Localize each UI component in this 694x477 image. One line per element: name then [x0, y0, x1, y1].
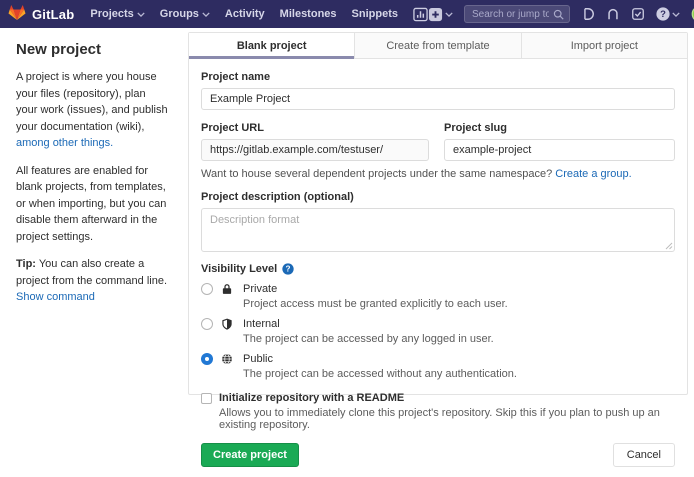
nav-item-activity[interactable]: Activity: [225, 8, 265, 20]
gitlab-home-link[interactable]: GitLab: [8, 4, 74, 24]
globe-icon: [221, 353, 234, 365]
new-project-panel: Blank project Create from template Impor…: [188, 32, 688, 395]
help-menu[interactable]: ?: [656, 7, 680, 21]
project-slug-input[interactable]: [444, 139, 675, 161]
create-project-button[interactable]: Create project: [201, 443, 299, 467]
chevron-down-icon: [672, 12, 680, 17]
public-radio[interactable]: [201, 353, 213, 365]
visibility-option-internal[interactable]: Internal The project can be accessed by …: [201, 318, 675, 345]
private-radio[interactable]: [201, 283, 213, 295]
chart-icon[interactable]: [413, 7, 428, 22]
visibility-option-name: Public: [243, 353, 273, 365]
cancel-button[interactable]: Cancel: [613, 443, 675, 467]
tab-import-project[interactable]: Import project: [521, 33, 687, 59]
project-slug-label: Project slug: [444, 122, 675, 134]
help-icon[interactable]: ?: [282, 263, 294, 275]
show-command-link[interactable]: Show command: [16, 291, 95, 303]
issues-icon[interactable]: [581, 7, 595, 21]
chevron-down-icon: [445, 12, 453, 17]
tab-create-from-template[interactable]: Create from template: [354, 33, 520, 59]
project-type-tabs: Blank project Create from template Impor…: [189, 33, 687, 59]
svg-text:?: ?: [660, 9, 666, 20]
internal-radio[interactable]: [201, 318, 213, 330]
nav-item-groups[interactable]: Groups: [160, 8, 210, 20]
page-title: New project: [16, 41, 170, 58]
chevron-down-icon: [202, 12, 210, 17]
sidebar-paragraph: All features are enabled for blank proje…: [16, 163, 170, 246]
plus-icon: [428, 7, 443, 22]
visibility-section: Visibility Level ? Private Project acces…: [201, 263, 675, 380]
brand-name: GitLab: [32, 7, 74, 22]
visibility-option-name: Private: [243, 283, 277, 295]
visibility-option-name: Internal: [243, 318, 280, 330]
new-plus-menu[interactable]: [428, 7, 453, 22]
form-actions: Create project Cancel: [201, 431, 675, 467]
visibility-level-label: Visibility Level ?: [201, 263, 675, 275]
readme-checkbox[interactable]: [201, 393, 212, 404]
project-description-input[interactable]: [201, 208, 675, 252]
url-slug-row: Project URL Project slug: [201, 122, 675, 161]
nav-item-snippets[interactable]: Snippets: [352, 8, 398, 20]
nav-menu: Projects Groups Activity Milestones Snip…: [90, 7, 428, 22]
project-name-input[interactable]: [201, 88, 675, 110]
shield-icon: [221, 318, 234, 330]
resize-grip-icon[interactable]: [665, 242, 673, 250]
create-a-group-link[interactable]: Create a group.: [555, 168, 631, 180]
svg-text:?: ?: [286, 265, 291, 274]
search-input[interactable]: [472, 9, 549, 20]
readme-section[interactable]: Initialize repository with a README Allo…: [201, 392, 675, 431]
namespace-hint: Want to house several dependent projects…: [201, 168, 675, 180]
page-content: New project A project is where you house…: [0, 28, 694, 403]
visibility-option-description: The project can be accessed by any logge…: [243, 333, 675, 345]
visibility-option-private[interactable]: Private Project access must be granted e…: [201, 283, 675, 310]
project-description-label: Project description (optional): [201, 191, 675, 203]
help-icon: ?: [656, 7, 670, 21]
chevron-down-icon: [137, 12, 145, 17]
top-navbar: GitLab Projects Groups Activity Mileston…: [0, 0, 694, 28]
blank-project-form: Project name Project URL Project slug Wa…: [189, 59, 687, 477]
description-section: Project description (optional): [201, 191, 675, 252]
merge-request-icon[interactable]: [606, 7, 620, 21]
nav-item-milestones[interactable]: Milestones: [280, 8, 337, 20]
project-url-input[interactable]: [201, 139, 429, 161]
todo-icon[interactable]: [631, 7, 645, 21]
visibility-option-description: Project access must be granted explicitl…: [243, 298, 675, 310]
among-other-things-link[interactable]: among other things.: [16, 137, 113, 149]
readme-description: Allows you to immediately clone this pro…: [219, 407, 675, 431]
gitlab-tanuki-icon: [8, 4, 26, 24]
sidebar-paragraph: A project is where you house your files …: [16, 69, 170, 152]
project-name-label: Project name: [201, 71, 675, 83]
visibility-option-description: The project can be accessed without any …: [243, 368, 675, 380]
visibility-option-public[interactable]: Public The project can be accessed witho…: [201, 353, 675, 380]
lock-icon: [221, 283, 234, 295]
sidebar-tip: Tip: You can also create a project from …: [16, 256, 170, 306]
navbar-right: ?: [428, 5, 694, 23]
new-project-sidebar: New project A project is where you house…: [0, 28, 188, 403]
nav-item-projects[interactable]: Projects: [90, 8, 144, 20]
search-icon: [553, 9, 564, 20]
readme-label: Initialize repository with a README: [219, 392, 404, 404]
project-url-label: Project URL: [201, 122, 429, 134]
tab-blank-project[interactable]: Blank project: [189, 33, 354, 59]
global-search[interactable]: [464, 5, 570, 23]
